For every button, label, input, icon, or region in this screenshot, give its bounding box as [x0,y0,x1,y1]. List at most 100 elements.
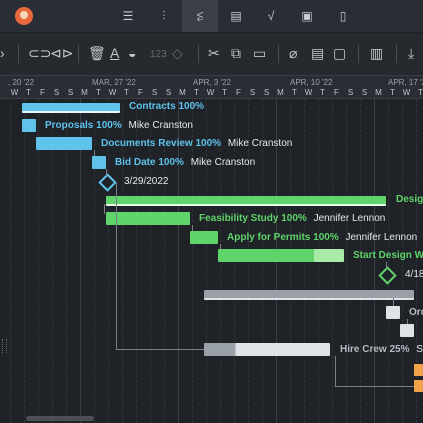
gantt-chart-area: Contracts 100% Proposals 100% Mike Crans… [0,99,423,423]
milestone-diamond[interactable] [98,173,117,192]
comment-icon[interactable]: ▢ [333,45,346,61]
cut-icon[interactable]: ✂ [208,45,220,61]
task-label: Proposals 100% Mike Cranston [45,120,193,132]
task-owner: Jennifer Lennon [313,213,386,224]
link-icon[interactable]: ⊂⊃ [28,45,51,61]
dashboard-tab[interactable]: √ [253,0,289,32]
toolbar-divider [278,45,279,63]
toolbar-divider [18,45,19,63]
task-owner: Sa [416,344,423,355]
task-bar[interactable] [400,324,414,337]
sheet-icon: ▤ [230,9,242,23]
day-label: S [347,88,354,97]
day-gridline [94,99,96,423]
task-label: Documents Review 100% Mike Cranston [101,138,292,150]
import-icon[interactable]: ⤓ [408,45,414,61]
task-owner: Mike Cranston [190,157,256,168]
order-task-bar[interactable] [386,306,400,319]
task-label: Ord [409,307,423,319]
dependency-line [407,319,408,324]
day-label: T [222,88,227,97]
toolbar-divider [396,45,397,63]
task-bar[interactable] [414,364,423,376]
task-percent: 100% [158,157,184,168]
task-percent: 25% [389,344,410,355]
day-label: W [206,88,215,97]
day-label: T [390,88,395,97]
delete-icon[interactable]: 🗑 [88,45,106,61]
fill-color-icon[interactable]: ◒ [128,45,136,61]
toolbar-divider [358,45,359,63]
files-tab[interactable]: ▯ [325,0,361,32]
horizontal-scrollbar[interactable] [26,416,94,421]
task-owner: Mike Cranston [227,138,293,149]
task-bar[interactable] [414,380,423,392]
attachment-icon[interactable]: ⌀ [289,45,297,61]
task-percent: 100% [313,232,339,243]
task-title: Documents Review [101,138,193,149]
proposals-bar[interactable] [22,119,36,132]
start-design-work-bar[interactable] [218,249,344,262]
task-owner: Mike Cranston [128,120,193,131]
task-title: Bid Date [115,157,156,168]
hire-crew-bar[interactable] [204,343,330,356]
task-label: Contracts 100% [129,101,204,113]
dashboard-icon: √ [267,9,275,23]
week-label: , 20 '22 [8,78,34,87]
day-label: M [179,88,186,97]
gantt-view-tab[interactable]: ⥶ [182,0,218,32]
day-label: M [277,88,284,97]
day-label: T [194,88,199,97]
milestone-date: 3/29/2022 [124,176,169,187]
task-title: Contracts [129,101,176,112]
day-gridline [346,99,348,423]
day-label: T [96,88,101,97]
task-label: Hire Crew 25% Sa [340,344,423,356]
board-view-tab[interactable]: ⫶ [146,0,182,32]
task-label: Bid Date 100% Mike Cranston [115,157,255,169]
files-icon: ▯ [339,9,347,23]
task-title: Ord [409,307,423,318]
copy-icon[interactable]: ⧉ [231,45,241,61]
feasibility-study-bar[interactable] [106,212,190,225]
task-percent: 100% [195,138,222,149]
gantt-toolbar: › ⊂⊃ ⊲⊳ 🗑 A ◒ 123 ◇ ✂ ⧉ ▭ ⌀ ▤ ▢ ▥ ⤓ [0,33,423,76]
day-label: T [26,88,31,97]
calendar-tab[interactable]: ▣ [289,0,325,32]
day-label: F [334,88,339,97]
app-logo-icon[interactable] [15,7,33,25]
day-label: W [402,88,411,97]
unlink-icon[interactable]: ⊲⊳ [50,45,73,61]
zoom-value[interactable]: 123 [150,47,167,63]
week-label: APR, 3 '22 [193,78,231,87]
dependency-line [116,349,204,350]
milestone-date: 4/18 [405,269,423,280]
task-label: Start Design Wo [353,250,423,262]
day-label: S [151,88,158,97]
notes-icon[interactable]: ▤ [311,45,324,61]
resize-handle-icon[interactable] [2,339,7,353]
construction-summary-bar[interactable] [204,290,414,300]
apply-for-permits-bar[interactable] [190,231,218,244]
task-title: Feasibility Study [199,213,279,224]
list-view-tab[interactable]: ☰ [110,0,146,32]
paste-icon[interactable]: ▭ [253,45,266,61]
task-title: Desig [396,194,423,205]
sheet-view-tab[interactable]: ▤ [218,0,254,32]
design-summary-bar[interactable] [106,196,386,206]
documents-review-bar[interactable] [36,137,92,150]
day-label: F [138,88,143,97]
day-label: W [304,88,313,97]
font-icon[interactable]: A [110,45,119,61]
milestone-icon[interactable]: ◇ [172,45,183,61]
dependency-line [393,298,394,306]
bid-date-bar[interactable] [92,156,106,169]
dependency-line [220,244,221,249]
task-percent: 100% [96,120,122,131]
day-label: S [263,88,270,97]
dependency-line [106,169,107,176]
contracts-summary-bar[interactable] [22,103,120,113]
columns-icon[interactable]: ▥ [370,45,383,61]
outdent-icon[interactable]: › [0,45,5,61]
milestone-diamond[interactable] [378,266,397,285]
